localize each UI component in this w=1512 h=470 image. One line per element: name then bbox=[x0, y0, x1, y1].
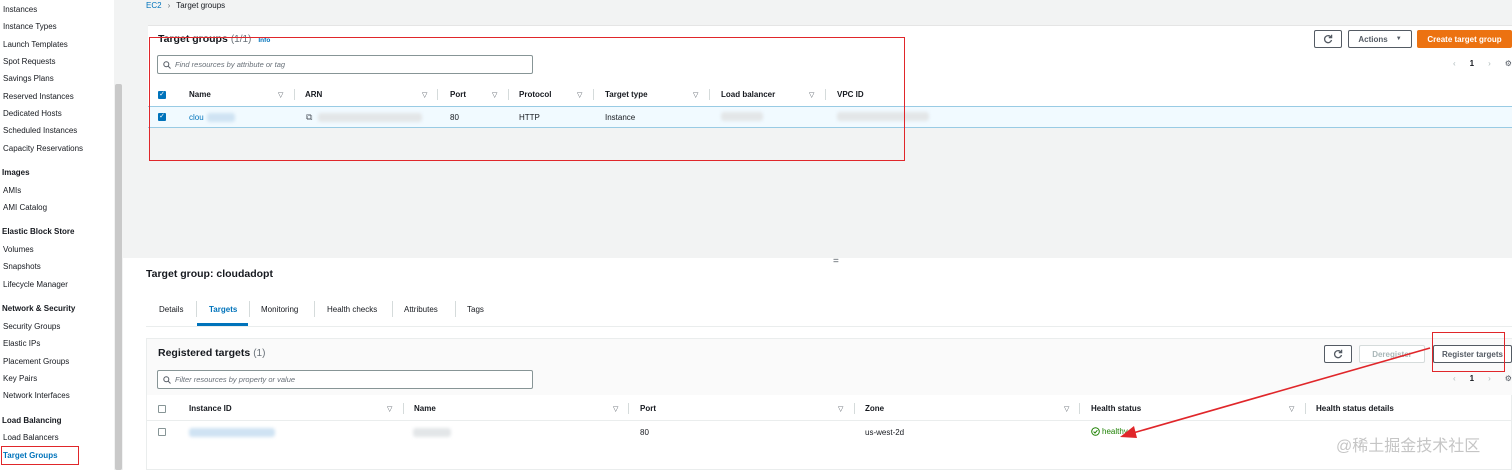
caret-down-icon: ▼ bbox=[1395, 36, 1402, 42]
search-icon bbox=[163, 375, 171, 384]
targets-pagination: ‹ 1 › ⚙ bbox=[1453, 374, 1512, 383]
settings-gear-icon[interactable]: ⚙ bbox=[1505, 59, 1512, 68]
next-page-icon[interactable]: › bbox=[1488, 374, 1491, 383]
target-zone: us-west-2d bbox=[865, 428, 905, 437]
sidebar-section-images: Images bbox=[2, 168, 30, 177]
registered-targets-title: Registered targets bbox=[158, 347, 251, 359]
sidebar-item-security-groups[interactable]: Security Groups bbox=[3, 322, 60, 331]
sidebar-item-amis[interactable]: AMIs bbox=[3, 186, 21, 195]
create-target-group-button[interactable]: Create target group bbox=[1417, 30, 1512, 48]
col-name[interactable]: Name bbox=[414, 404, 436, 413]
col-zone[interactable]: Zone bbox=[865, 404, 884, 413]
sort-icon[interactable]: ▽ bbox=[1064, 405, 1069, 413]
next-page-icon[interactable]: › bbox=[1488, 59, 1491, 68]
registered-targets-count: (1) bbox=[253, 348, 266, 359]
prev-page-icon[interactable]: ‹ bbox=[1453, 374, 1456, 383]
sidebar-item-capacity-reservations[interactable]: Capacity Reservations bbox=[3, 144, 83, 153]
tab-divider bbox=[455, 301, 456, 317]
target-row-checkbox[interactable] bbox=[158, 428, 166, 436]
sidebar-item-instance-types[interactable]: Instance Types bbox=[3, 22, 57, 31]
refresh-button[interactable] bbox=[1314, 30, 1342, 48]
redacted-instance-name bbox=[413, 428, 451, 437]
settings-gear-icon[interactable]: ⚙ bbox=[1505, 374, 1512, 383]
search-placeholder: Filter resources by property or value bbox=[175, 375, 296, 384]
breadcrumb-current: Target groups bbox=[176, 1, 226, 10]
sidebar-item-reserved-instances[interactable]: Reserved Instances bbox=[3, 92, 74, 101]
watermark: @稀土掘金技术社区 bbox=[1336, 438, 1481, 455]
prev-page-icon[interactable]: ‹ bbox=[1453, 59, 1456, 68]
actions-dropdown[interactable]: Actions ▼ bbox=[1348, 30, 1412, 48]
sidebar-item-dedicated-hosts[interactable]: Dedicated Hosts bbox=[3, 109, 62, 118]
sidebar-item-key-pairs[interactable]: Key Pairs bbox=[3, 374, 37, 383]
annotation-box-target-groups bbox=[149, 37, 905, 161]
sidebar-nav: Instances Instance Types Launch Template… bbox=[0, 0, 114, 470]
breadcrumb-ec2[interactable]: EC2 bbox=[146, 1, 162, 10]
sidebar-item-spot-requests[interactable]: Spot Requests bbox=[3, 57, 55, 66]
sidebar-item-lifecycle-manager[interactable]: Lifecycle Manager bbox=[3, 280, 68, 289]
tab-divider bbox=[314, 301, 315, 317]
tabs-underline bbox=[146, 326, 1512, 327]
sidebar-item-scheduled-instances[interactable]: Scheduled Instances bbox=[3, 126, 77, 135]
actions-label: Actions bbox=[1358, 34, 1388, 44]
breadcrumb-separator-icon: › bbox=[167, 1, 171, 10]
sidebar-item-instances[interactable]: Instances bbox=[3, 5, 37, 14]
sidebar-item-load-balancers[interactable]: Load Balancers bbox=[3, 433, 59, 442]
column-divider bbox=[628, 403, 629, 414]
tab-divider bbox=[196, 301, 197, 317]
sidebar-section-network-security: Network & Security bbox=[2, 304, 76, 313]
annotation-box-register bbox=[1432, 332, 1505, 372]
pagination: ‹ 1 › ⚙ bbox=[1453, 59, 1512, 68]
target-port: 80 bbox=[640, 428, 649, 437]
redacted-instance-id bbox=[189, 428, 275, 437]
registered-targets-heading: Registered targets (1) bbox=[158, 347, 265, 359]
column-divider bbox=[854, 403, 855, 414]
resize-handle[interactable]: = bbox=[833, 257, 839, 267]
col-port[interactable]: Port bbox=[640, 404, 656, 413]
detail-title: Target group: cloudadopt bbox=[146, 268, 273, 280]
sidebar-item-savings-plans[interactable]: Savings Plans bbox=[3, 74, 54, 83]
sidebar-item-launch-templates[interactable]: Launch Templates bbox=[3, 40, 68, 49]
annotation-box-sidebar bbox=[1, 446, 79, 465]
tab-targets[interactable]: Targets bbox=[209, 305, 237, 314]
col-instance-id[interactable]: Instance ID bbox=[189, 404, 232, 413]
tab-divider bbox=[249, 301, 250, 317]
targets-search[interactable]: Filter resources by property or value bbox=[157, 370, 533, 389]
sort-icon[interactable]: ▽ bbox=[387, 405, 392, 413]
page-number[interactable]: 1 bbox=[1470, 59, 1474, 68]
sort-icon[interactable]: ▽ bbox=[838, 405, 843, 413]
sidebar-item-snapshots[interactable]: Snapshots bbox=[3, 262, 41, 271]
sidebar-item-placement-groups[interactable]: Placement Groups bbox=[3, 357, 69, 366]
column-divider bbox=[403, 403, 404, 414]
tab-health-checks[interactable]: Health checks bbox=[327, 305, 377, 314]
page-number[interactable]: 1 bbox=[1470, 374, 1474, 383]
tab-tags[interactable]: Tags bbox=[467, 305, 484, 314]
sidebar-item-ami-catalog[interactable]: AMI Catalog bbox=[3, 203, 47, 212]
sidebar-section-ebs: Elastic Block Store bbox=[2, 227, 75, 236]
sidebar-item-elastic-ips[interactable]: Elastic IPs bbox=[3, 339, 40, 348]
sidebar-section-load-balancing: Load Balancing bbox=[2, 416, 62, 425]
tab-divider bbox=[392, 301, 393, 317]
select-all-targets-checkbox[interactable] bbox=[158, 405, 166, 413]
refresh-icon bbox=[1323, 34, 1333, 44]
tab-attributes[interactable]: Attributes bbox=[404, 305, 438, 314]
check-circle-icon bbox=[1091, 427, 1100, 436]
tab-monitoring[interactable]: Monitoring bbox=[261, 305, 298, 314]
sidebar-scroll-thumb[interactable] bbox=[115, 84, 122, 470]
column-divider bbox=[1079, 403, 1080, 414]
breadcrumb: EC2 › Target groups bbox=[146, 1, 225, 10]
sidebar-item-volumes[interactable]: Volumes bbox=[3, 245, 34, 254]
tab-details[interactable]: Details bbox=[159, 305, 183, 314]
sidebar-item-network-interfaces[interactable]: Network Interfaces bbox=[3, 391, 70, 400]
sort-icon[interactable]: ▽ bbox=[613, 405, 618, 413]
